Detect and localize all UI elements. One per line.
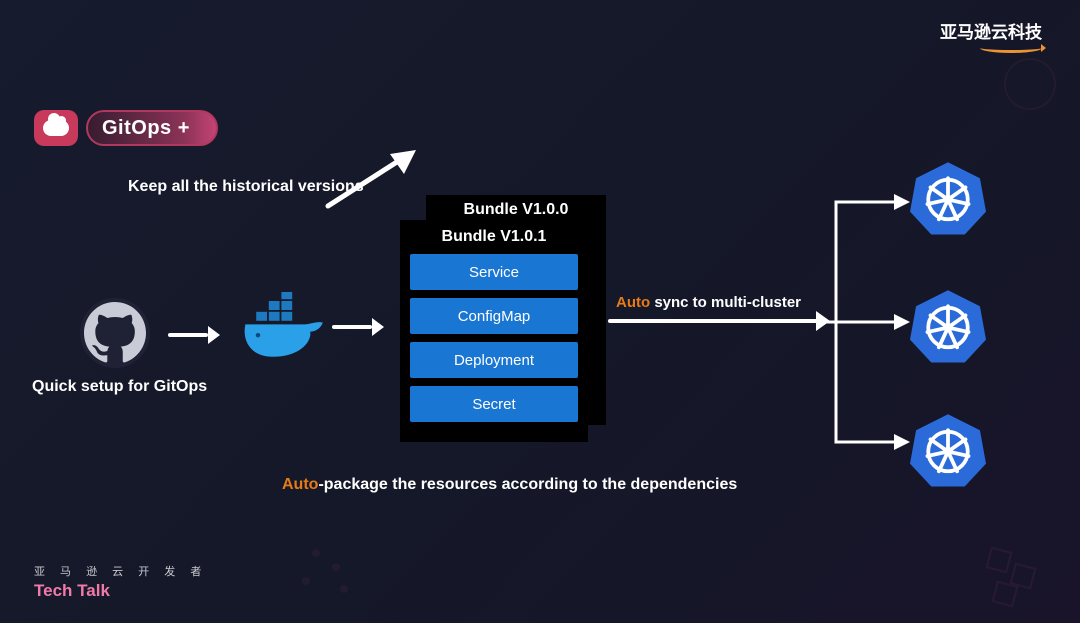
footer-line2: Tech Talk [34, 581, 207, 601]
auto-keyword: Auto [616, 294, 650, 311]
fanout-connector [816, 190, 910, 454]
auto-keyword: Auto [282, 476, 318, 493]
aws-smile-icon [980, 43, 1042, 53]
bundle-front-title: Bundle V1.0.1 [410, 228, 578, 246]
quick-setup-label: Quick setup for GitOps [32, 378, 207, 396]
decoration-gear [1004, 58, 1056, 110]
footer-line1: 亚 马 逊 云 开 发 者 [34, 563, 207, 579]
bundle-back-title: Bundle V1.0.0 [426, 195, 606, 219]
kubernetes-icon [910, 412, 986, 488]
arrow-line [608, 319, 818, 323]
auto-sync-label: Auto sync to multi-cluster [616, 294, 801, 311]
footer-brand: 亚 马 逊 云 开 发 者 Tech Talk [34, 563, 207, 601]
auto-package-label: Auto-package the resources according to … [282, 476, 737, 494]
resource-item: Service [410, 254, 578, 290]
aws-brand: 亚马逊云科技 [940, 18, 1042, 53]
auto-package-text: -package the resources according to the … [318, 476, 737, 493]
arrow-icon [332, 318, 384, 336]
bundle-card-front: Bundle V1.0.1 Service ConfigMap Deployme… [400, 220, 588, 442]
cloud-icon [34, 110, 78, 146]
resource-item: Deployment [410, 342, 578, 378]
aws-brand-text: 亚马逊云科技 [940, 18, 1042, 43]
arrow-up-icon [320, 150, 420, 210]
decoration-network [292, 549, 356, 593]
resource-item: Secret [410, 386, 578, 422]
kubernetes-icon [910, 288, 986, 364]
kubernetes-icon [910, 160, 986, 236]
resource-item: ConfigMap [410, 298, 578, 334]
auto-sync-text: sync to multi-cluster [650, 294, 801, 311]
decoration-cubes [984, 549, 1050, 609]
github-icon [80, 298, 150, 368]
docker-icon [240, 292, 330, 360]
arrow-icon [168, 326, 220, 344]
slide-title: GitOps + [34, 110, 218, 146]
slide-title-text: GitOps + [86, 110, 218, 146]
